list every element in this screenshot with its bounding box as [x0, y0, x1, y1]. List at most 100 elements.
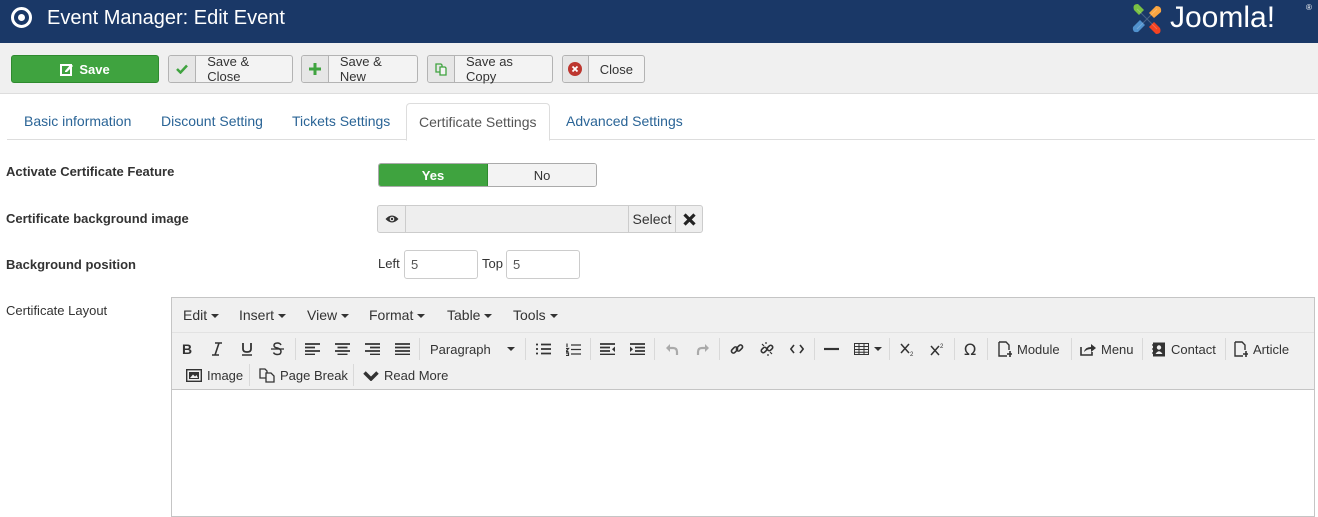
caret-down-icon [211, 314, 220, 319]
save-button[interactable]: Save [11, 55, 159, 83]
menu-tools[interactable]: Tools [513, 298, 558, 333]
align-center-icon [335, 343, 350, 355]
insert-contact-button[interactable]: Contact [1152, 337, 1216, 361]
left-position-input[interactable] [404, 250, 478, 279]
chevron-down-icon [363, 370, 379, 381]
subscript-button[interactable]: 2 [900, 337, 915, 361]
insert-image-button[interactable]: Image [186, 363, 243, 387]
italic-button[interactable] [211, 337, 223, 361]
justify-button[interactable] [395, 337, 410, 361]
copy-icon [428, 56, 455, 82]
align-center-button[interactable] [335, 337, 350, 361]
menu-label: Menu [1101, 341, 1134, 357]
caret-down-icon [341, 314, 350, 319]
close-button[interactable]: Close [562, 55, 645, 83]
underline-icon [242, 343, 252, 356]
redo-button[interactable] [696, 337, 709, 361]
indent-icon [630, 343, 645, 355]
toolbar-divider [590, 338, 591, 360]
top-position-input[interactable] [506, 250, 580, 279]
check-icon [169, 56, 197, 82]
toolbar-divider [249, 364, 250, 386]
horizontal-rule-button[interactable] [824, 337, 839, 361]
source-code-button[interactable] [790, 337, 804, 361]
save-close-label: Save & Close [207, 54, 250, 84]
indent-button[interactable] [630, 337, 645, 361]
align-left-button[interactable] [305, 337, 320, 361]
editor-menubar: Edit Insert View Format Table Tools [172, 298, 1314, 333]
action-toolbar: Save Save & Close Save & New Save as Cop… [0, 43, 1318, 94]
read-more-button[interactable]: Read More [363, 363, 448, 387]
tab-advanced-settings[interactable]: Advanced Settings [554, 103, 695, 140]
subscript-icon: 2 [900, 343, 914, 356]
horizontal-rule-icon [824, 347, 839, 351]
special-character-button[interactable]: Ω [964, 337, 980, 361]
superscript-button[interactable]: 2 [930, 337, 945, 361]
clear-image-button[interactable] [675, 206, 702, 232]
remove-link-button[interactable] [760, 337, 774, 361]
table-button[interactable] [854, 337, 882, 361]
preview-button[interactable] [378, 206, 406, 232]
save-new-button[interactable]: Save & New [301, 54, 418, 84]
tab-certificate-settings[interactable]: Certificate Settings [406, 103, 550, 141]
toolbar-divider [353, 364, 354, 386]
menu-format-label: Format [369, 307, 414, 323]
background-image-label: Certificate background image [6, 211, 189, 226]
contact-label: Contact [1171, 341, 1216, 357]
toolbar-divider [814, 338, 815, 360]
insert-article-button[interactable]: Article [1234, 337, 1289, 361]
page-break-button[interactable]: Page Break [259, 363, 348, 387]
insert-menu-button[interactable]: Menu [1080, 337, 1134, 361]
strikethrough-button[interactable] [271, 337, 284, 361]
outdent-button[interactable] [600, 337, 615, 361]
bold-button[interactable]: B [181, 337, 193, 361]
toolbar-divider [1225, 338, 1226, 360]
undo-icon [666, 344, 679, 355]
toolbar-divider [987, 338, 988, 360]
numbered-list-button[interactable] [566, 337, 581, 361]
insert-module-button[interactable]: Module [998, 337, 1060, 361]
toolbar-divider [654, 338, 655, 360]
editor-content-area[interactable] [172, 390, 1314, 516]
caret-down-icon [507, 347, 515, 351]
toggle-no-option[interactable]: No [488, 164, 596, 186]
toolbar-divider [1071, 338, 1072, 360]
insert-link-button[interactable] [730, 337, 744, 361]
page-break-icon [259, 367, 275, 383]
registered-mark: ® [1306, 3, 1312, 12]
table-icon [854, 343, 869, 355]
toggle-yes-option[interactable]: Yes [379, 164, 488, 186]
save-as-copy-button[interactable]: Save as Copy [427, 54, 553, 84]
undo-button[interactable] [666, 337, 679, 361]
tab-basic-information[interactable]: Basic information [12, 103, 143, 140]
read-more-label: Read More [384, 367, 449, 383]
block-format-dropdown[interactable]: Paragraph [430, 337, 515, 361]
toolbar-divider [719, 338, 720, 360]
image-icon [186, 368, 202, 382]
bullet-list-button[interactable] [536, 337, 551, 361]
plus-icon [302, 56, 329, 82]
joomla-wordmark: Joomla! [1170, 1, 1276, 34]
save-label: Save [79, 61, 110, 77]
menu-table[interactable]: Table [447, 298, 493, 333]
menu-insert[interactable]: Insert [239, 298, 287, 333]
bullet-list-icon [536, 343, 551, 355]
menu-view[interactable]: View [307, 298, 350, 333]
save-close-button[interactable]: Save & Close [168, 54, 293, 84]
tab-discount-setting[interactable]: Discount Setting [149, 103, 275, 140]
clear-x-icon [682, 212, 696, 226]
background-image-path-input[interactable] [406, 206, 628, 232]
underline-button[interactable] [241, 337, 253, 361]
tab-tickets-settings[interactable]: Tickets Settings [280, 103, 402, 140]
eye-icon [385, 215, 398, 223]
svg-text:Ω: Ω [964, 341, 976, 357]
toolbar-divider [1142, 338, 1143, 360]
redo-icon [696, 344, 709, 355]
left-label: Left [378, 256, 400, 271]
align-right-icon [365, 343, 380, 355]
activate-certificate-toggle: Yes No [378, 163, 597, 187]
menu-format[interactable]: Format [369, 298, 426, 333]
align-right-button[interactable] [365, 337, 380, 361]
menu-edit[interactable]: Edit [183, 298, 220, 333]
select-image-button[interactable]: Select [628, 206, 675, 232]
